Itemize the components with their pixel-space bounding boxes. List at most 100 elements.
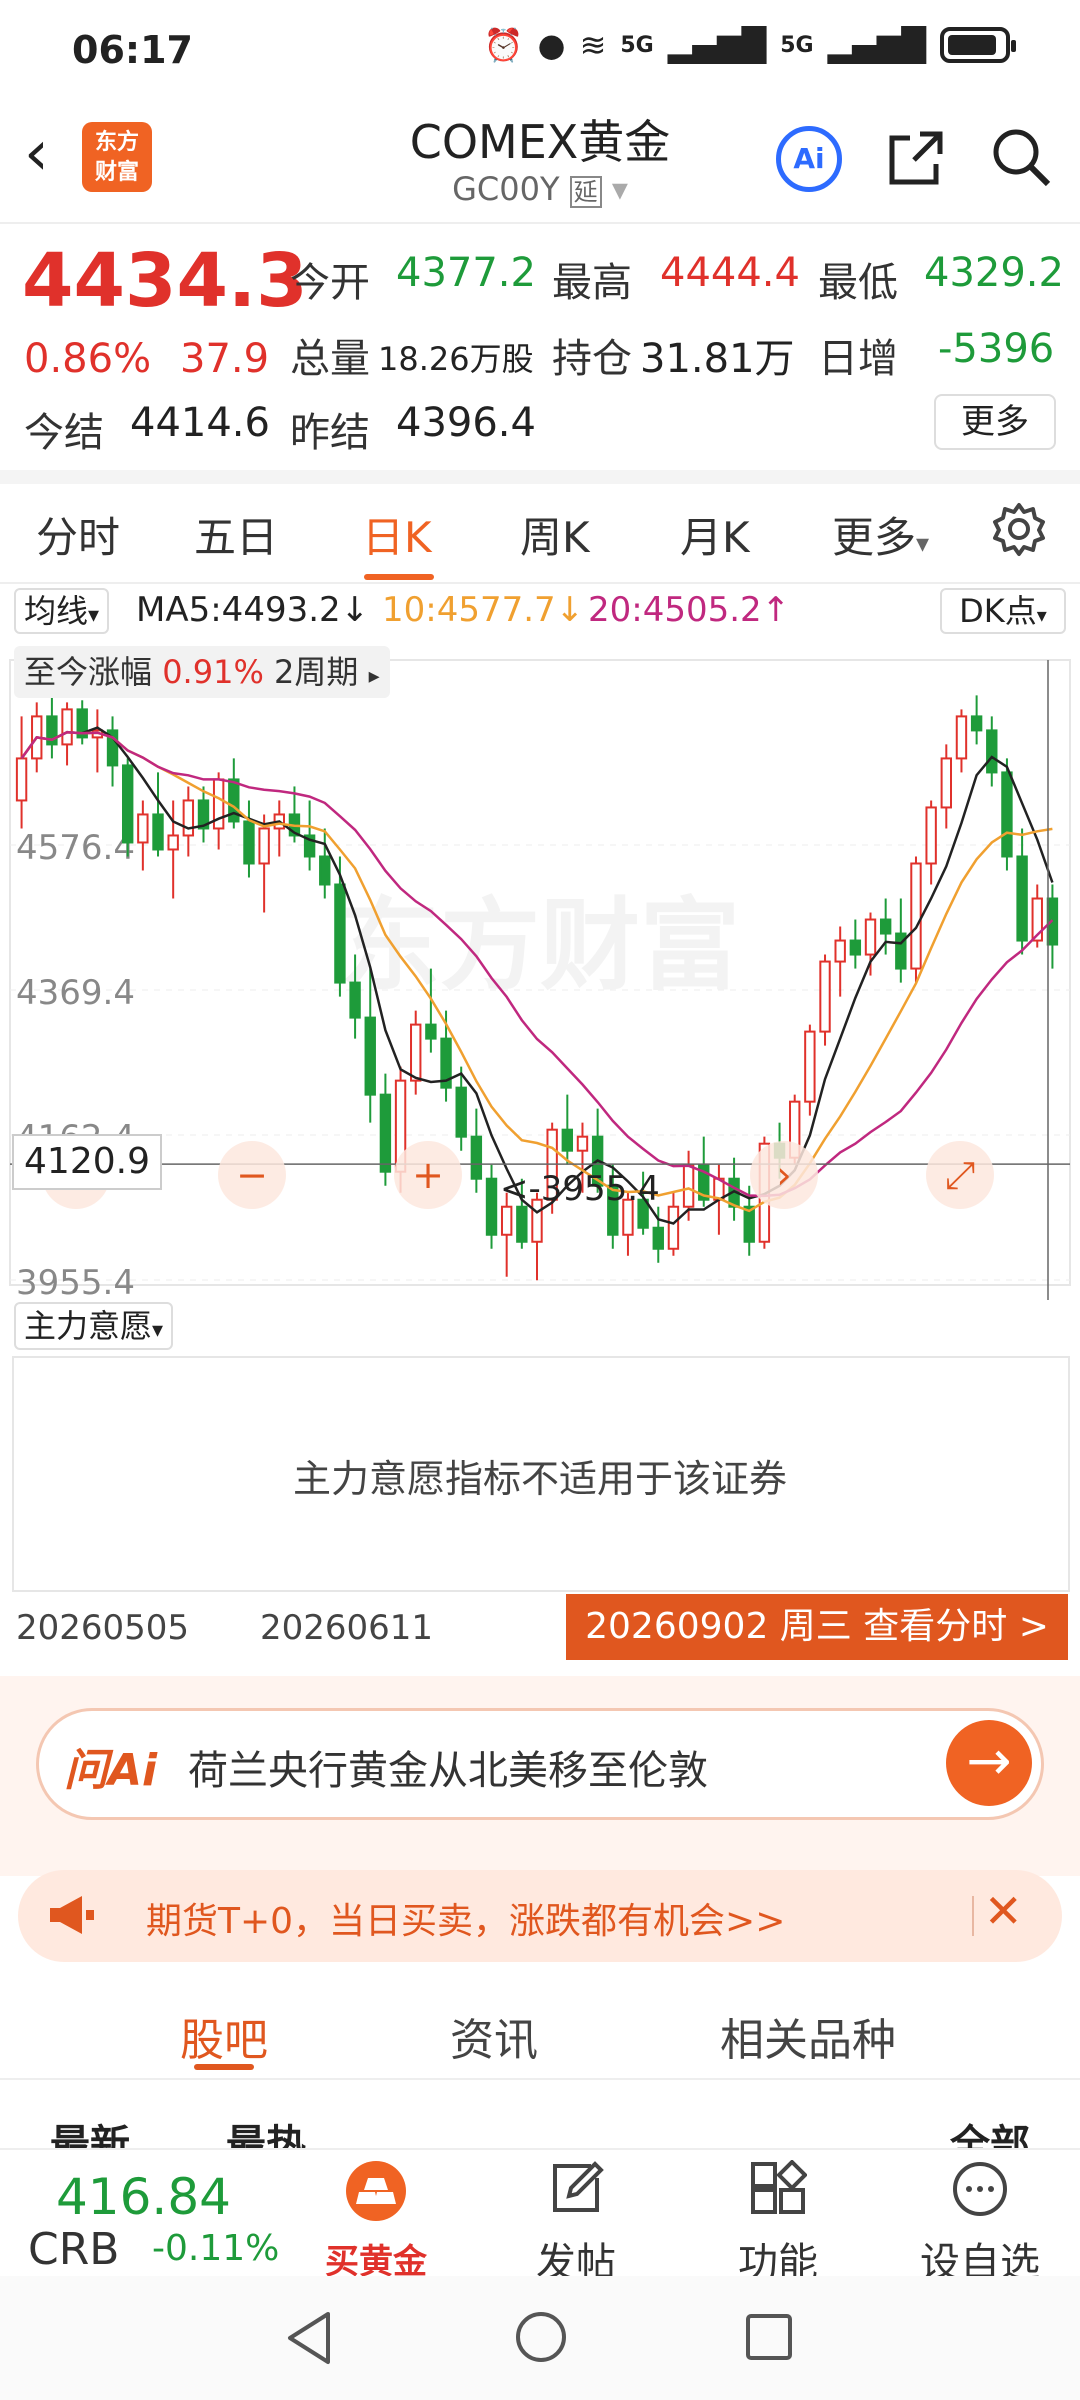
crb-name[interactable]: CRB — [28, 2224, 119, 2275]
arrow-right-icon[interactable]: → — [946, 1720, 1032, 1806]
y-tick-label: 4576.4 — [16, 828, 135, 868]
ask-ai-text[interactable]: 荷兰央行黄金从北美移至伦敦 — [188, 1738, 708, 1796]
status-time: 06:17 — [72, 28, 193, 72]
location-icon: ● — [537, 26, 566, 64]
delay-badge: 延 — [569, 176, 602, 208]
candle-body — [682, 1163, 695, 1208]
date-label-mid: 20260611 — [260, 1608, 434, 1648]
candle-body — [667, 1205, 680, 1250]
nav-back-icon[interactable] — [284, 2310, 334, 2366]
candle-body — [61, 708, 73, 746]
high-value: 4444.4 — [660, 250, 800, 296]
candle-body — [137, 813, 149, 844]
change-percent: 0.86% — [24, 336, 152, 382]
open-label: 今开 — [290, 260, 370, 306]
status-icons: ⏰ ● ≋ 5G ▂▄▆█ 5G ▂▄▆█ — [483, 26, 1016, 64]
indicator-selector[interactable]: 主力意愿▾ — [14, 1302, 174, 1350]
low-label: 最低 — [818, 260, 898, 306]
volume-label: 总量 — [290, 336, 370, 382]
dk-point-button[interactable]: DK点▾ — [940, 588, 1066, 634]
low-value: 4329.2 — [924, 250, 1064, 296]
candle-body — [470, 1135, 483, 1180]
post-button[interactable]: 发帖 — [506, 2160, 646, 2288]
zoom-in-icon[interactable]: + — [412, 1153, 444, 1197]
system-nav-bar — [0, 2276, 1080, 2400]
fullscreen-icon[interactable]: ⤢ — [945, 1153, 975, 1197]
candle-body — [1001, 771, 1013, 858]
candle-body — [804, 1030, 816, 1103]
view-intraday-button[interactable]: 20260902 周三 查看分时 > — [566, 1594, 1068, 1660]
gear-icon[interactable] — [990, 500, 1048, 558]
candle-body — [410, 1023, 422, 1082]
status-bar: 06:17 ⏰ ● ≋ 5G ▂▄▆█ 5G ▂▄▆█ — [0, 0, 1080, 100]
crb-value[interactable]: 416.84 — [56, 2168, 231, 2226]
ma-selector[interactable]: 均线▾ — [14, 588, 110, 634]
candle-body — [940, 757, 953, 809]
close-icon[interactable]: ✕ — [984, 1884, 1023, 1938]
indicator-message: 主力意愿指标不适用于该证券 — [292, 1457, 787, 1501]
tab-five-day[interactable]: 五日 — [194, 504, 278, 565]
settle-value: 4414.6 — [130, 400, 270, 446]
search-icon[interactable] — [990, 126, 1052, 188]
candle-body — [319, 855, 331, 886]
edit-icon — [553, 2161, 604, 2212]
tab-daily-k[interactable]: 日K — [362, 504, 432, 565]
more-circle-icon — [953, 2162, 1007, 2216]
ai-assistant-icon[interactable]: Ai — [776, 126, 842, 192]
prev-settle-value: 4396.4 — [396, 400, 536, 446]
tab-more[interactable]: 更多▾ — [832, 504, 929, 565]
candle-body — [561, 1128, 574, 1152]
scroll-right-icon[interactable]: › — [776, 1153, 791, 1197]
candle-body — [349, 981, 361, 1019]
candle-body — [516, 1205, 528, 1243]
contract-code: GC00Y — [452, 170, 560, 208]
tab-guba[interactable]: 股吧 — [180, 2004, 268, 2068]
candle-body — [425, 1023, 437, 1040]
more-quote-button[interactable]: 更多 — [934, 394, 1056, 450]
candle-body — [986, 729, 998, 774]
nav-recents-icon[interactable] — [744, 2312, 794, 2362]
caret-down-icon: ▾ — [916, 529, 930, 559]
ask-ai-logo: 问Ai — [64, 1745, 158, 1796]
signal-5g-icon-2: 5G — [780, 32, 814, 58]
open-interest-label: 持仓 — [552, 336, 632, 382]
zoom-out-icon[interactable]: − — [236, 1153, 268, 1197]
nav-home-icon[interactable] — [514, 2310, 568, 2364]
wifi-icon: ≋ — [579, 26, 607, 64]
sort-latest[interactable]: 最新 — [50, 2112, 130, 2148]
tab-news[interactable]: 资讯 — [450, 2004, 538, 2068]
candle-body — [819, 960, 831, 1033]
forum-tab-indicator — [194, 2064, 254, 2070]
candle-body — [576, 1135, 589, 1152]
tab-related[interactable]: 相关品种 — [720, 2004, 896, 2068]
candle-body — [364, 1016, 376, 1096]
sort-hot[interactable]: 最热 — [226, 2112, 306, 2148]
promo-text[interactable]: 期货T+0，当日买卖，涨跌都有机会>> — [146, 1892, 785, 1944]
buy-gold-button[interactable]: 买黄金 — [306, 2160, 446, 2283]
tab-weekly-k[interactable]: 周K — [520, 504, 590, 565]
candlestick-chart[interactable]: 4576.44369.44162.43955.4东方财富<-3955.4≪−+›… — [0, 640, 1080, 1300]
filter-all[interactable]: 全部 — [950, 2112, 1030, 2148]
gold-bars-icon — [346, 2161, 406, 2221]
candle-body — [879, 918, 892, 935]
candle-body — [1016, 855, 1028, 942]
open-interest-value: 31.81万 — [640, 336, 795, 382]
tab-monthly-k[interactable]: 月K — [680, 504, 750, 565]
volume-value: 18.26万股 — [378, 340, 534, 378]
candle-body — [167, 834, 179, 851]
candle-body — [334, 883, 346, 984]
alarm-icon: ⏰ — [483, 26, 524, 64]
candle-body — [455, 1086, 467, 1138]
add-watchlist-button[interactable]: 设自选 — [910, 2160, 1050, 2288]
change-amount: 37.9 — [180, 336, 270, 382]
tab-intraday[interactable]: 分时 — [36, 504, 120, 565]
section-divider — [0, 470, 1080, 484]
crb-change[interactable]: -0.11% — [152, 2228, 279, 2269]
forum-tab-bar — [0, 1976, 1080, 2080]
candle-body — [121, 764, 134, 844]
share-icon[interactable] — [886, 128, 946, 188]
candle-body — [15, 757, 28, 802]
battery-icon — [940, 27, 1016, 63]
range-change-badge[interactable]: 至今涨幅 0.91% 2周期 ▸ — [14, 646, 390, 698]
functions-button[interactable]: 功能 — [708, 2159, 848, 2288]
